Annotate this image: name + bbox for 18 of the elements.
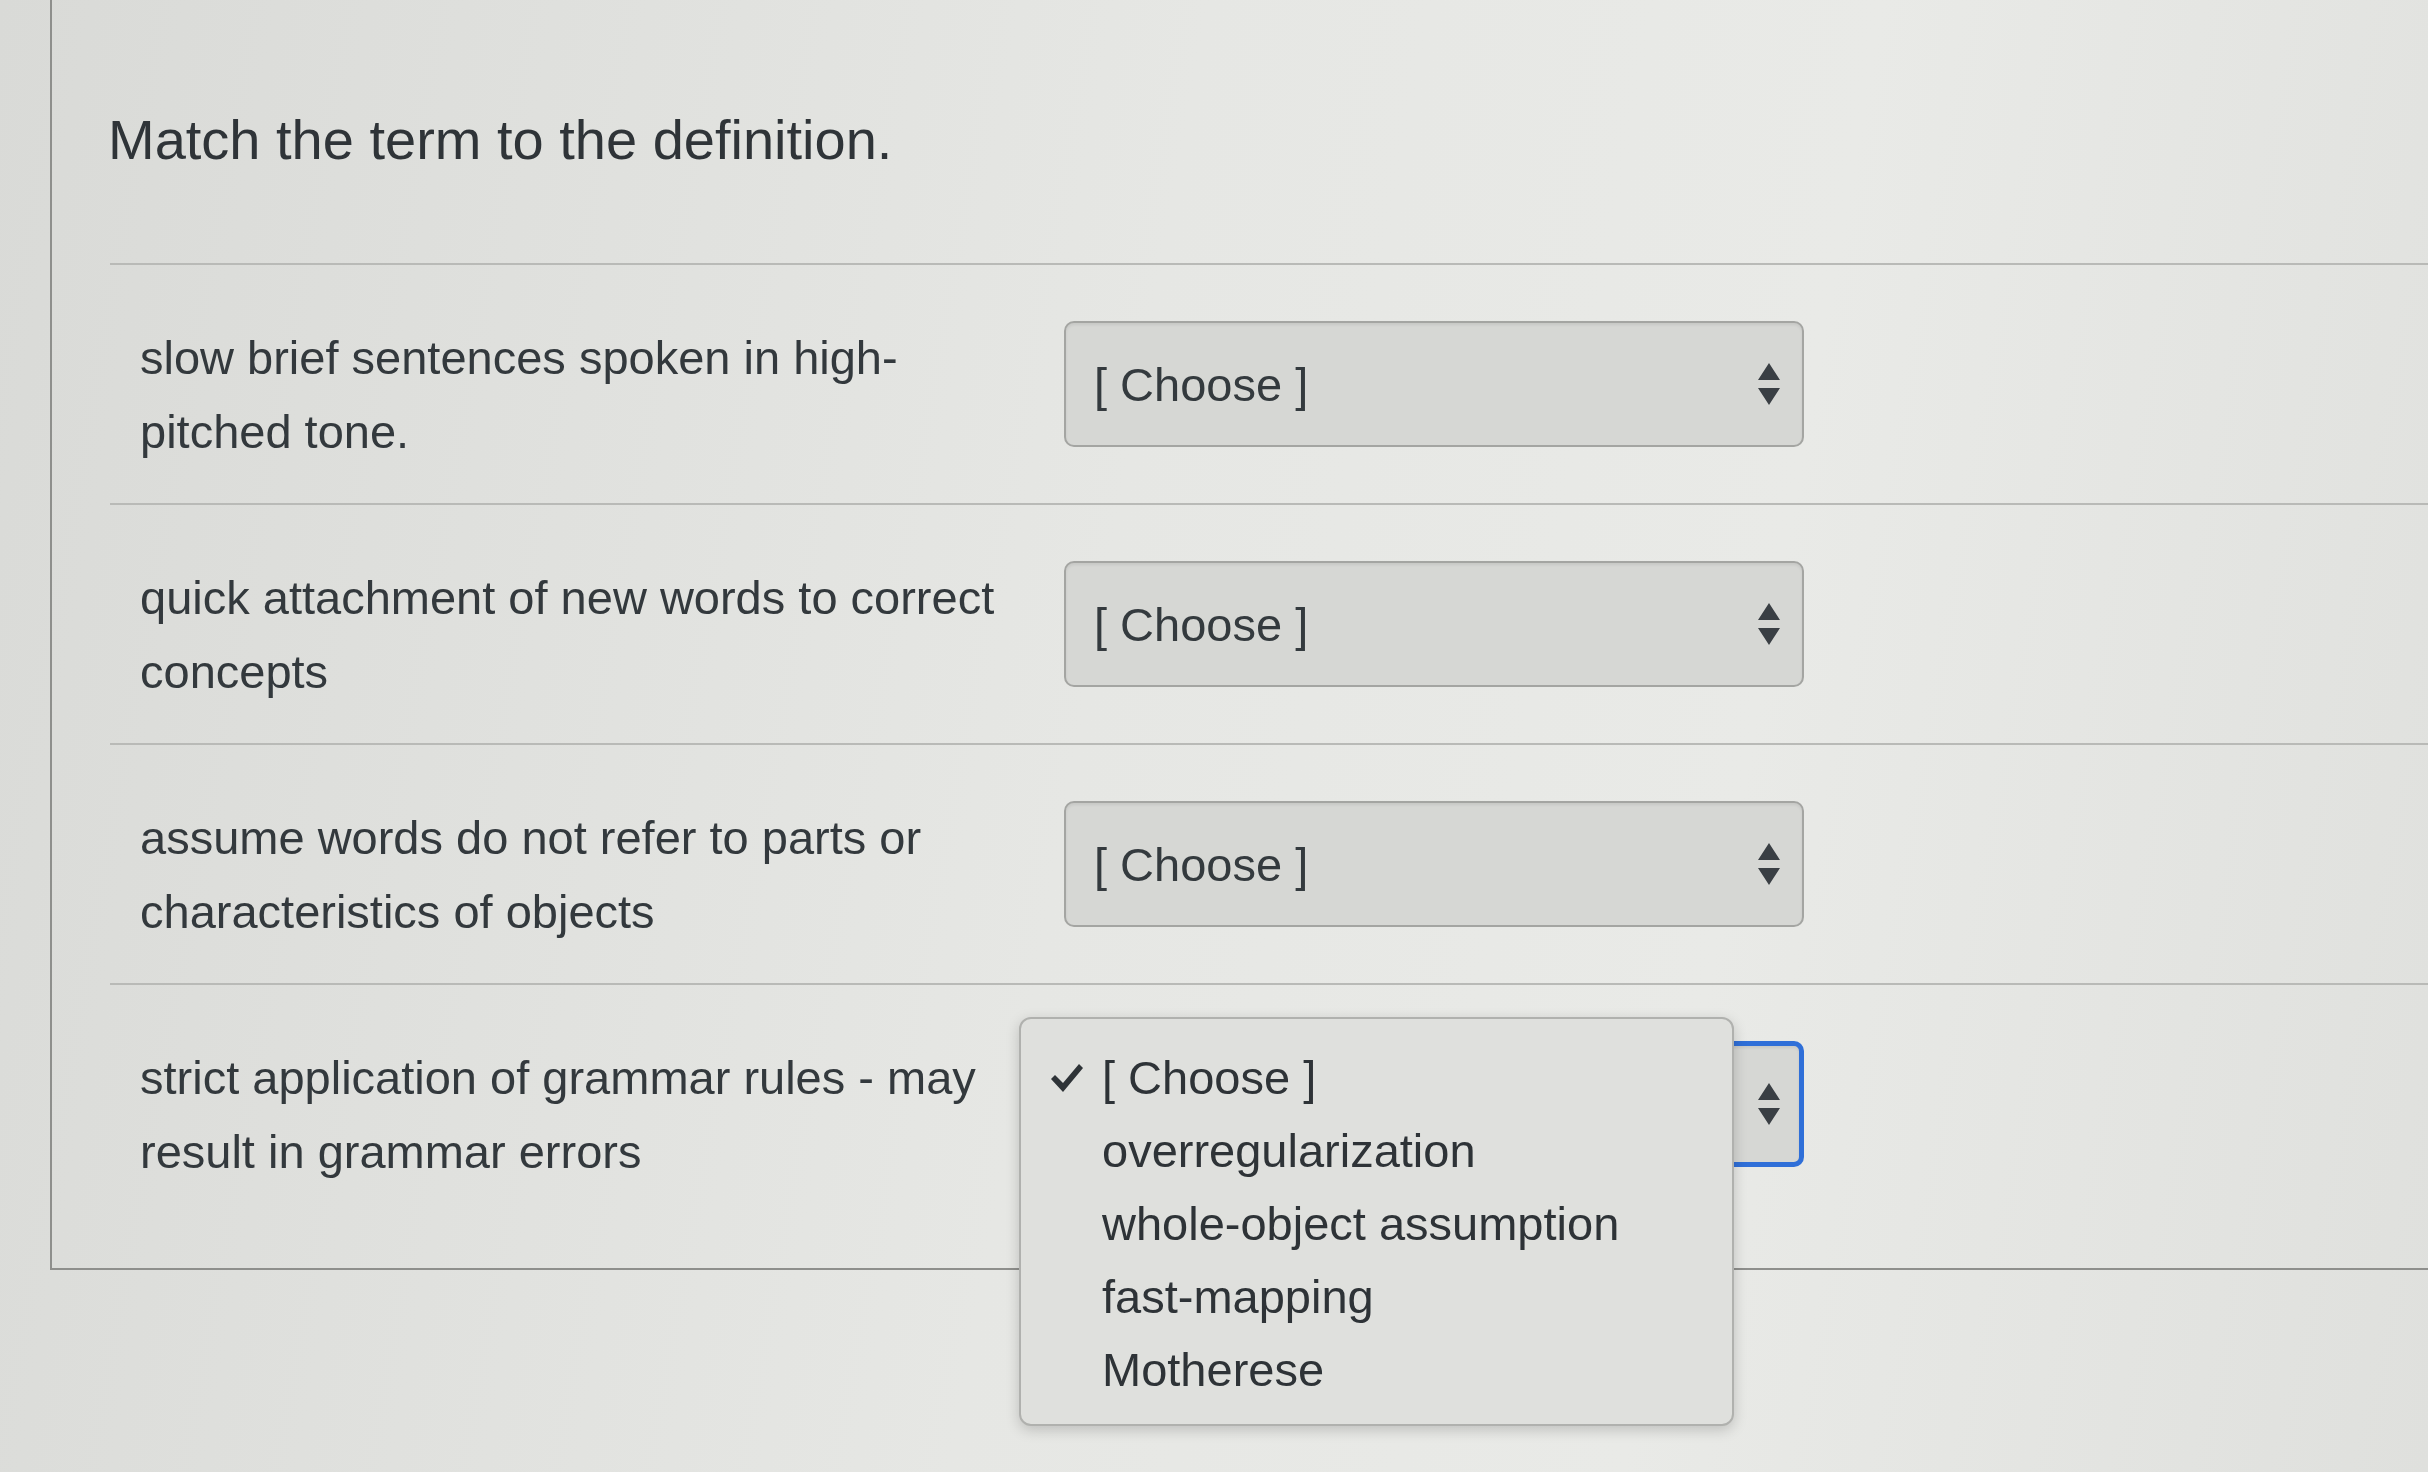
up-down-arrows-icon — [1758, 603, 1780, 645]
choice-dropdown[interactable]: [ Choose ] — [1064, 321, 1804, 447]
definition-text: strict application of grammar rules - may result in grammar errors — [140, 1050, 977, 1180]
question-title: Match the term to the definition. — [108, 110, 893, 170]
up-down-arrows-icon — [1758, 843, 1780, 885]
choice-dropdown[interactable]: [ Choose ] — [1064, 561, 1804, 687]
definition-text: slow brief sentences spoken in high-pitched tone. — [140, 330, 899, 460]
menu-option[interactable]: whole-object assumption — [1021, 1187, 1732, 1260]
menu-option[interactable]: overregularization — [1021, 1114, 1732, 1187]
menu-option[interactable]: Motherese — [1021, 1333, 1732, 1406]
definition-text: assume words do not refer to parts or characteristics of objects — [140, 810, 923, 940]
definition-text: quick attachment of new words to correct concepts — [140, 570, 996, 700]
menu-option[interactable]: [ Choose ] — [1021, 1041, 1732, 1114]
choice-dropdown[interactable]: [ Choose ] — [1064, 801, 1804, 927]
menu-option[interactable]: fast-mapping — [1021, 1260, 1732, 1333]
up-down-arrows-icon — [1758, 1083, 1780, 1125]
up-down-arrows-icon — [1758, 363, 1780, 405]
check-icon — [1050, 1062, 1084, 1093]
